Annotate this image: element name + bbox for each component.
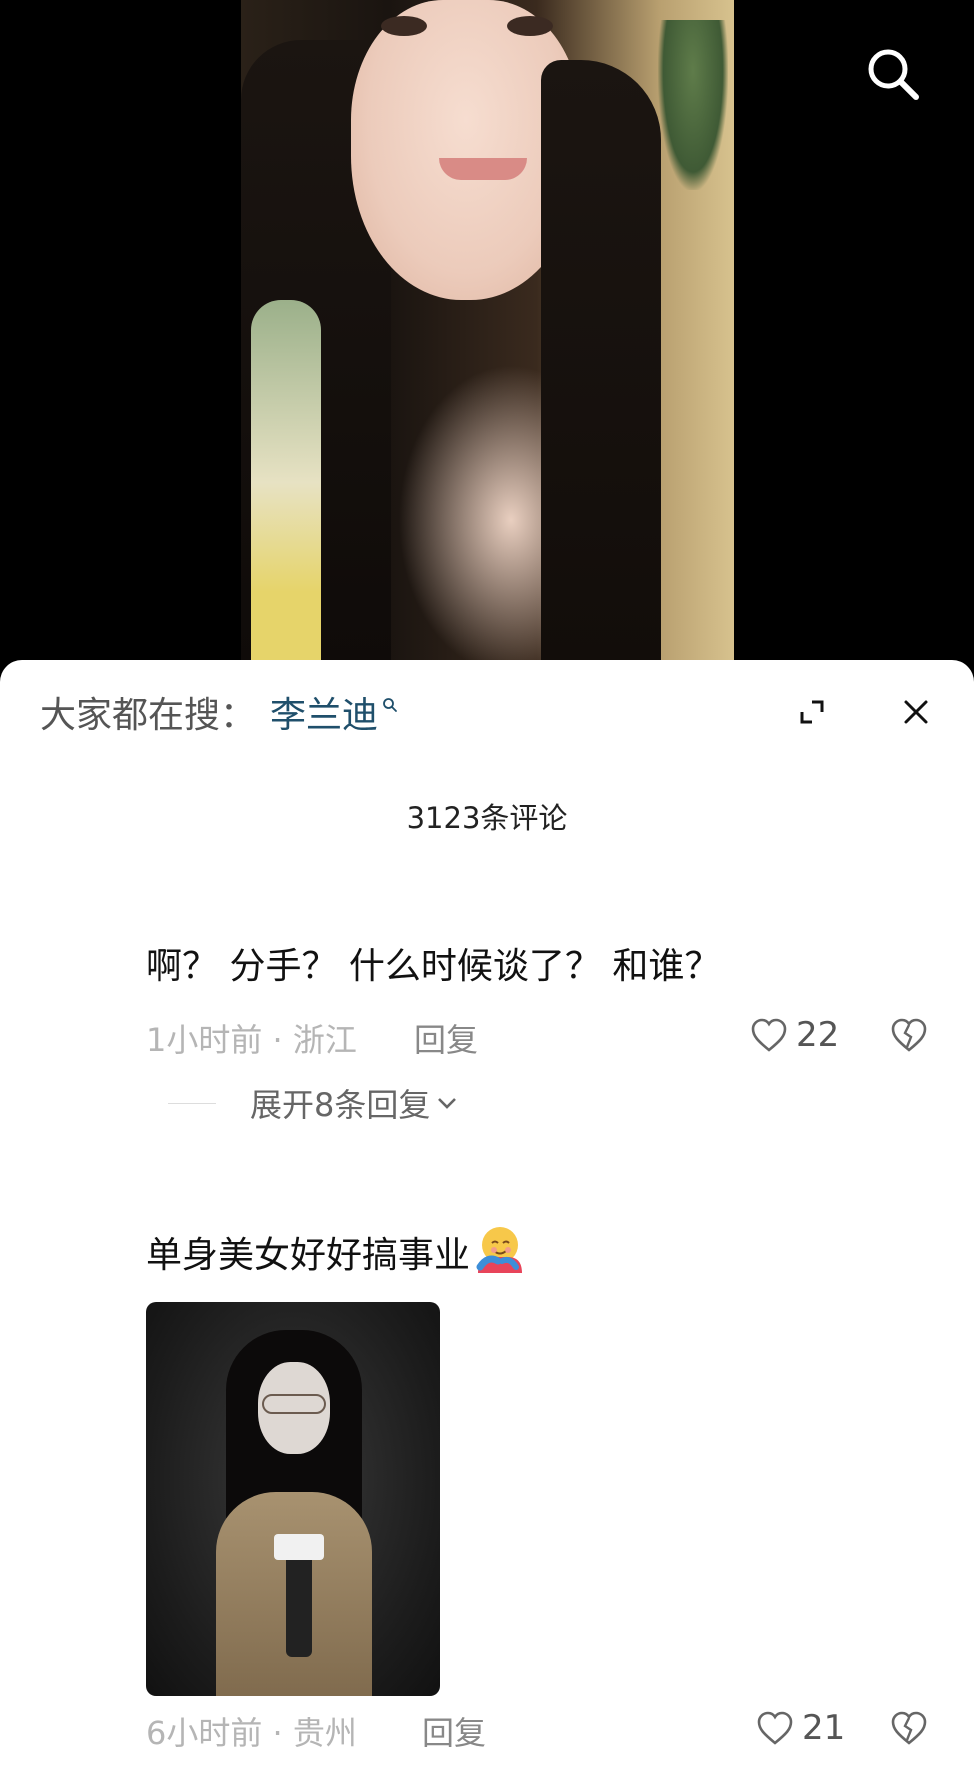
video-scene-eye	[381, 16, 427, 36]
video-scene-eye	[507, 16, 553, 36]
heart-icon	[757, 1711, 793, 1745]
small-search-icon	[383, 698, 397, 712]
comment-image[interactable]	[146, 1302, 440, 1696]
video-scene-plant	[658, 20, 728, 190]
comment-item: 单身美女好好搞事业 6小时前 · 贵州 回复 21	[146, 1223, 946, 1752]
like-button[interactable]: 21	[756, 1704, 845, 1752]
video-scene-dress	[251, 300, 321, 665]
video-frame[interactable]	[241, 0, 734, 665]
divider	[168, 1102, 216, 1104]
expand-replies-button[interactable]: 展开8条回复	[250, 1080, 458, 1126]
close-sheet-button[interactable]	[890, 686, 942, 738]
trending-label: 大家都在搜：	[40, 695, 257, 736]
expand-sheet-button[interactable]	[786, 686, 838, 738]
search-icon	[868, 49, 919, 100]
like-button[interactable]: 22	[750, 1011, 839, 1059]
comments-sheet: 大家都在搜： 李兰迪 3123条评论 啊？ 分手？ 什么时候谈了？ 和谁？ 1小…	[0, 660, 974, 1789]
hugging-face-emoji	[472, 1223, 524, 1275]
like-count: 21	[802, 1708, 846, 1748]
video-scene-hair-right	[541, 60, 661, 665]
search-button[interactable]	[862, 43, 924, 105]
broken-heart-icon	[891, 1018, 927, 1052]
trending-keyword-link[interactable]: 李兰迪	[270, 686, 378, 738]
chevron-down-icon	[438, 1098, 457, 1109]
broken-heart-icon	[891, 1711, 927, 1745]
close-icon	[904, 700, 928, 724]
trending-search-bar: 大家都在搜： 李兰迪	[40, 688, 398, 736]
expand-replies-row: 展开8条回复	[146, 1081, 946, 1125]
comment-time-location: 6小时前 · 贵州	[146, 1714, 357, 1752]
reply-button[interactable]: 回复	[414, 1015, 478, 1061]
like-count: 22	[796, 1015, 840, 1055]
comment-meta: 1小时前 · 浙江 回复 22	[146, 1011, 946, 1059]
image-scene-mic-tag	[274, 1534, 324, 1560]
expand-replies-label: 展开8条回复	[250, 1086, 431, 1124]
image-scene-glasses	[262, 1394, 326, 1414]
video-player[interactable]	[0, 0, 974, 680]
video-scene-mouth	[439, 158, 527, 180]
heart-icon	[751, 1018, 787, 1052]
comment-time-location: 1小时前 · 浙江	[146, 1021, 357, 1059]
comment-meta: 6小时前 · 贵州 回复 21	[146, 1704, 946, 1752]
comment-text: 啊？ 分手？ 什么时候谈了？ 和谁？	[146, 946, 721, 987]
dislike-button[interactable]	[890, 1011, 928, 1059]
expand-icon	[800, 700, 824, 724]
comment-text-content: 单身美女好好搞事业	[146, 1235, 471, 1276]
comment-item: 啊？ 分手？ 什么时候谈了？ 和谁？ 1小时前 · 浙江 回复 22 展开8条回…	[146, 943, 946, 1125]
dislike-button[interactable]	[890, 1704, 928, 1752]
reply-button[interactable]: 回复	[422, 1708, 486, 1754]
comment-text: 单身美女好好搞事业	[146, 1223, 946, 1280]
comment-count: 3123条评论	[406, 801, 568, 835]
